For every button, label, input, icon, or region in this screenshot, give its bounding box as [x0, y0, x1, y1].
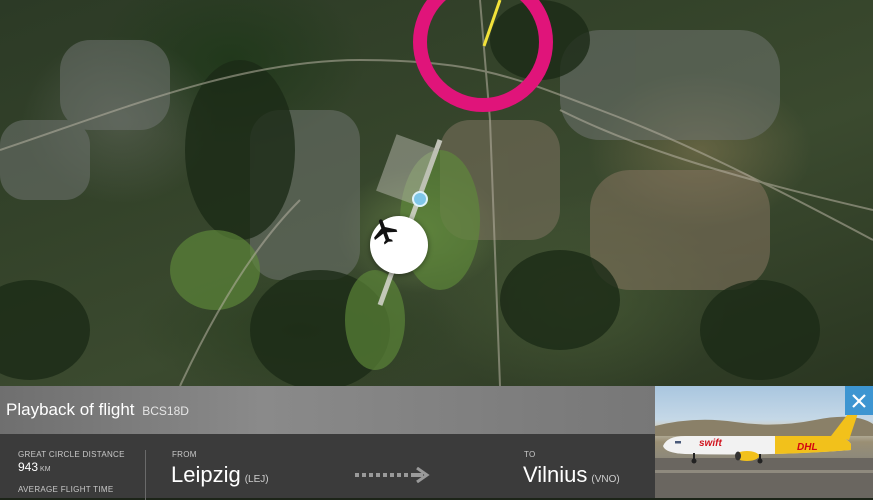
flight-info-panel: Playback of flight BCS18D GREAT CIRCLE D…	[0, 386, 655, 500]
origin-city: Leipzig	[171, 462, 241, 487]
from-label: FROM	[172, 450, 197, 459]
aircraft-marker[interactable]	[370, 216, 428, 274]
close-button[interactable]	[845, 386, 873, 415]
dhl-logo: DHL	[797, 442, 818, 453]
airplane-icon	[374, 219, 398, 245]
close-icon	[852, 393, 866, 408]
destination-airport[interactable]: Vilnius (VNO)	[523, 462, 620, 488]
route-info: GREAT CIRCLE DISTANCE 943 KM AVERAGE FLIG…	[0, 434, 655, 500]
page-title: Playback of flight BCS18D	[6, 400, 189, 420]
airport-pin-icon[interactable]	[412, 191, 428, 207]
flight-callsign: BCS18D	[142, 404, 189, 418]
divider	[145, 450, 146, 500]
to-label: TO	[524, 450, 536, 459]
avg-flight-time-label: AVERAGE FLIGHT TIME	[18, 485, 114, 494]
title-text: Playback of flight	[6, 400, 135, 419]
distance-value: 943 KM	[18, 460, 51, 474]
aircraft-photo-image: swift DHL	[655, 410, 873, 498]
origin-airport[interactable]: Leipzig (LEJ)	[171, 462, 269, 488]
playback-title-bar: Playback of flight BCS18D	[0, 386, 655, 434]
livery-text: swift	[699, 438, 722, 449]
satellite-map[interactable]	[0, 0, 873, 386]
distance-number: 943	[18, 460, 39, 474]
distance-label: GREAT CIRCLE DISTANCE	[18, 450, 125, 459]
arrow-right-icon	[355, 467, 430, 483]
origin-code: (LEJ)	[244, 474, 269, 485]
distance-unit: KM	[40, 466, 51, 473]
map-features	[0, 0, 873, 386]
aircraft-photo[interactable]: swift DHL	[655, 386, 873, 498]
destination-code: (VNO)	[591, 474, 620, 485]
destination-city: Vilnius	[523, 462, 588, 487]
